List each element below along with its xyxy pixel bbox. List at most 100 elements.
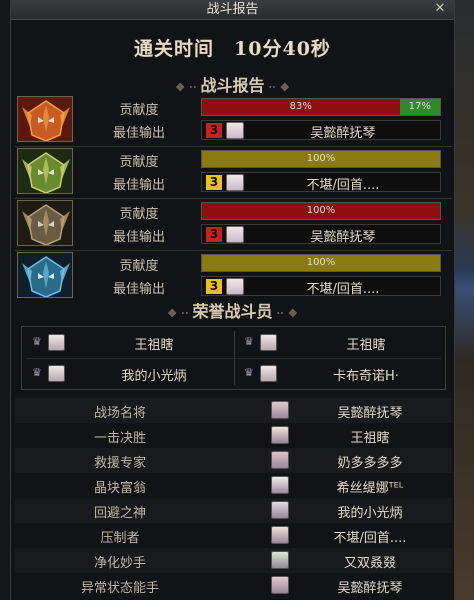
crown-icon: ♛ [32, 366, 42, 379]
battle-report-heading: ❖ ·· 战斗报告 ·· ❖ [11, 72, 454, 96]
contribution-bar: 100% [201, 150, 441, 168]
contribution-segment: 83% [202, 99, 400, 115]
contribution-segment: 17% [399, 99, 440, 115]
best-output-box: 3 吴懿醉抚琴 [201, 224, 441, 245]
portrait-icon [271, 551, 289, 569]
award-row: 一击决胜 王祖瞎 [15, 423, 452, 448]
contribution-bar: 83% 17% [201, 98, 441, 116]
honor-member[interactable]: ♛ 我的小光炳 [24, 359, 234, 389]
divider [15, 198, 452, 199]
rank-badge: 3 [206, 123, 222, 138]
contribution-segment: 100% [202, 151, 440, 167]
contribution-label: 贡献度 [119, 155, 159, 170]
award-title: 救援专家 [93, 456, 146, 471]
player-row: 贡献度最佳输出 100% 3 吴懿醉抚琴 [17, 200, 441, 246]
contribution-bar: 100% [201, 254, 441, 272]
award-player-name: 希丝缇娜ᵀᴱᴸ [336, 481, 404, 496]
best-output-label: 最佳输出 [112, 178, 165, 193]
contribution-label: 贡献度 [119, 259, 159, 274]
divider [26, 358, 441, 359]
best-output-box: 3 不堪/回首.... [201, 276, 441, 297]
window-title: 战斗报告 [206, 2, 259, 17]
honor-title: 荣誉战斗员 [192, 302, 273, 321]
portrait-icon [271, 526, 289, 544]
honor-member-name: 王祖瞎 [346, 338, 386, 353]
portrait-icon [48, 334, 65, 351]
best-output-box: 3 吴懿醉抚琴 [201, 120, 441, 141]
award-player-name: 吴懿醉抚琴 [337, 406, 403, 421]
divider [15, 146, 452, 147]
best-output-label: 最佳输出 [112, 282, 165, 297]
award-row: 压制者 不堪/回首.... [15, 523, 452, 548]
window-titlebar[interactable]: 战斗报告 ✕ [11, 0, 454, 20]
contribution-segment: 100% [202, 203, 440, 219]
close-icon[interactable]: ✕ [432, 1, 448, 17]
award-row: 晶块富翁 希丝缇娜ᵀᴱᴸ [15, 473, 452, 498]
contribution-label: 贡献度 [119, 207, 159, 222]
battle-report-title: 战斗报告 [200, 76, 265, 95]
award-row: 净化妙手 又双叒叕 [15, 548, 452, 573]
portrait-icon [226, 226, 244, 243]
best-output-name: 不堪/回首.... [306, 178, 380, 193]
portrait-icon [226, 122, 244, 139]
award-player-name: 不堪/回首.... [333, 531, 407, 546]
award-title: 一击决胜 [93, 431, 146, 446]
battle-report-window: 战斗报告 ✕ 通关时间 10分40秒 ❖ ·· 战斗报告 ·· ❖ 贡献度最佳输… [10, 0, 455, 600]
award-title: 异常状态能手 [80, 581, 159, 596]
award-row: 回避之神 我的小光炳 [15, 498, 452, 523]
clear-time: 通关时间 10分40秒 [134, 38, 331, 60]
award-title: 战场名将 [93, 406, 146, 421]
award-player-name: 吴懿醉抚琴 [337, 581, 403, 596]
rank-badge: 3 [206, 227, 222, 242]
stone-mask-icon [17, 200, 73, 246]
player-row: 贡献度最佳输出 100% 3 不堪/回首.... [17, 252, 441, 298]
portrait-icon [226, 174, 244, 191]
ornament-icon: ·· ❖ [272, 307, 298, 320]
crown-icon: ♛ [244, 335, 254, 348]
award-player-name: 奶多多多多 [337, 456, 403, 471]
crown-icon: ♛ [32, 335, 42, 348]
award-player-name: 王祖瞎 [350, 431, 390, 446]
ornament-icon: ❖ ·· [175, 81, 201, 94]
honor-member[interactable]: ♛ 王祖瞎 [236, 328, 446, 358]
nature-mask-icon [17, 148, 73, 194]
contribution-label: 贡献度 [119, 103, 159, 118]
award-title: 回避之神 [93, 506, 146, 521]
portrait-icon [271, 426, 289, 444]
best-output-name: 不堪/回首.... [306, 282, 380, 297]
contribution-segment: 100% [202, 255, 440, 271]
rank-badge: 3 [206, 175, 222, 190]
award-row: 异常状态能手 吴懿醉抚琴 [15, 573, 452, 598]
award-player-name: 我的小光炳 [337, 506, 403, 521]
honor-member[interactable]: ♛ 王祖瞎 [24, 328, 234, 358]
rank-badge: 3 [206, 279, 222, 294]
honor-member-name: 我的小光炳 [121, 369, 187, 384]
award-row: 战场名将 吴懿醉抚琴 [15, 398, 452, 423]
award-title: 净化妙手 [93, 556, 146, 571]
best-output-label: 最佳输出 [112, 230, 165, 245]
portrait-icon [271, 501, 289, 519]
award-row: 救援专家 奶多多多多 [15, 448, 452, 473]
divider [15, 250, 452, 251]
portrait-icon [271, 476, 289, 494]
honor-member[interactable]: ♛ 卡布奇诺H· [236, 359, 446, 389]
ornament-icon: ❖ ·· [167, 307, 193, 320]
ice-mask-icon [17, 252, 73, 298]
portrait-icon [260, 365, 277, 382]
portrait-icon [271, 401, 289, 419]
award-title: 压制者 [100, 531, 140, 546]
portrait-icon [271, 576, 289, 594]
background-scenery [455, 0, 474, 600]
portrait-icon [48, 365, 65, 382]
portrait-icon [260, 334, 277, 351]
portrait-icon [271, 451, 289, 469]
honor-heading: ❖ ·· 荣誉战斗员 ·· ❖ [11, 298, 454, 322]
crown-icon: ♛ [244, 366, 254, 379]
player-row: 贡献度最佳输出 100% 3 不堪/回首.... [17, 148, 441, 194]
best-output-name: 吴懿醉抚琴 [310, 230, 376, 245]
best-output-name: 吴懿醉抚琴 [310, 126, 376, 141]
award-title: 晶块富翁 [93, 481, 146, 496]
honor-member-name: 卡布奇诺H· [333, 369, 399, 384]
best-output-box: 3 不堪/回首.... [201, 172, 441, 193]
portrait-icon [226, 278, 244, 295]
